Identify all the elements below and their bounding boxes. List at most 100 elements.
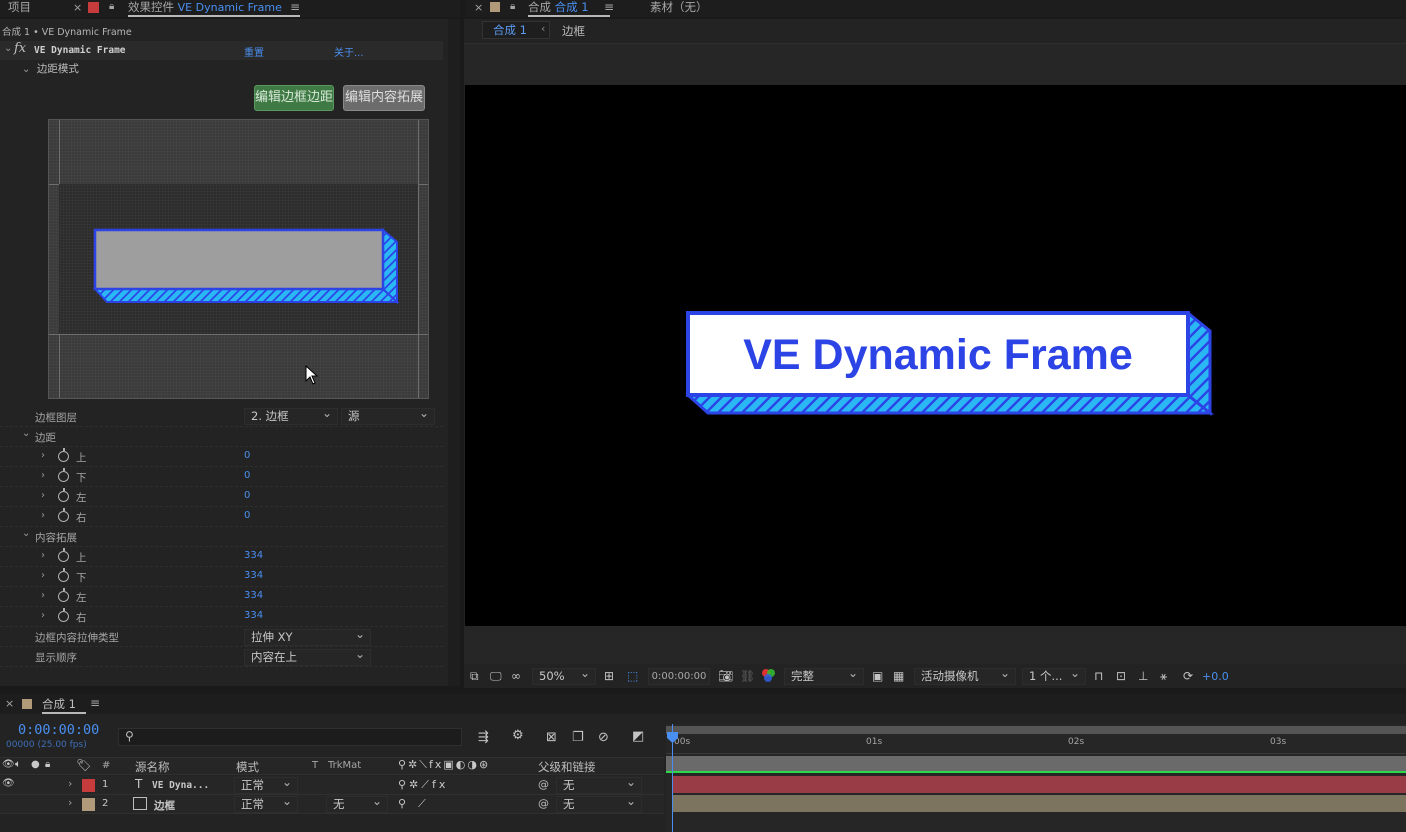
stopwatch-icon[interactable] <box>58 548 69 562</box>
shy-layers-icon[interactable]: ⇶ <box>478 730 489 745</box>
column-mode[interactable]: 模式 <box>236 759 259 775</box>
eye-icon[interactable]: 👁︎ <box>2 759 15 770</box>
ext-left-value[interactable]: 334 <box>244 590 263 601</box>
close-icon[interactable]: × <box>474 1 483 14</box>
chevron-right-icon[interactable]: › <box>68 777 72 790</box>
label-color-swatch[interactable] <box>82 798 95 811</box>
flowchart-icon[interactable]: ⚹ <box>1160 669 1167 684</box>
lock-icon[interactable]: 🔒︎ <box>45 759 50 770</box>
layers-icon[interactable]: ⧉ <box>470 669 479 684</box>
fx-icon[interactable]: fx <box>14 41 26 56</box>
comp-flowchart-icon[interactable]: ◩ <box>632 729 644 744</box>
margin-left-value[interactable]: 0 <box>244 490 250 501</box>
close-icon[interactable]: × <box>5 697 14 710</box>
panel-menu-icon[interactable]: ≡ <box>90 696 100 710</box>
close-icon[interactable]: × <box>73 1 82 14</box>
graph-editor-icon[interactable]: ⊘ <box>598 730 609 745</box>
transparency-grid-icon[interactable]: ▣ <box>872 669 883 683</box>
breadcrumb-comp[interactable]: 合成 1 <box>482 21 550 39</box>
pickwhip-icon[interactable]: @ <box>538 778 549 791</box>
time-ruler[interactable]: 00s 01s 02s 03s <box>666 734 1406 754</box>
parent-select[interactable]: 无 <box>556 775 642 794</box>
display-order-select[interactable]: 内容在上 <box>244 647 371 666</box>
draft-3d-icon[interactable]: ⚙ <box>512 728 524 743</box>
chevron-right-icon[interactable]: › <box>41 490 45 501</box>
ext-top-value[interactable]: 334 <box>244 550 263 561</box>
fast-preview-icon[interactable]: ⊡ <box>1116 669 1126 683</box>
margin-bottom-value[interactable]: 0 <box>244 470 250 481</box>
layer-switches[interactable]: ⚲⟋ <box>398 797 438 811</box>
exposure-value[interactable]: +0.0 <box>1202 670 1229 683</box>
layer-mode-select[interactable]: 正常 <box>234 775 298 794</box>
column-source-name[interactable]: 源名称 <box>135 759 170 775</box>
frame-layer-source-select[interactable]: 源 <box>341 406 435 425</box>
layer-name[interactable]: 边框 <box>154 798 175 813</box>
chevron-right-icon[interactable]: › <box>41 470 45 481</box>
chevron-right-icon[interactable]: › <box>41 510 45 521</box>
breadcrumb-layer[interactable]: 边框 <box>562 23 585 39</box>
stopwatch-icon[interactable] <box>58 608 69 622</box>
edit-content-button[interactable]: 编辑内容拓展 <box>343 85 425 111</box>
stopwatch-icon[interactable] <box>58 448 69 462</box>
tab-project[interactable]: 项目 <box>8 0 31 17</box>
frame-layer-select[interactable]: 2. 边框 <box>244 406 338 425</box>
chevron-right-icon[interactable]: › <box>41 450 45 461</box>
margin-preview-canvas[interactable] <box>48 119 429 399</box>
layer-switches[interactable]: ⚲✲⟋fx <box>398 778 448 792</box>
link-icon[interactable]: ⛓︎ <box>740 669 755 683</box>
label-tag-icon[interactable]: 🏷︎ <box>76 758 91 772</box>
layer-row[interactable]: › 2 边框 正常 无 ⚲⟋ @ 无 <box>0 794 664 814</box>
viewer-options-icon[interactable]: ⊓ <box>1094 669 1103 683</box>
layer-duration-bar[interactable] <box>672 776 1406 793</box>
chevron-right-icon[interactable]: › <box>68 796 72 809</box>
mask-icon[interactable]: ∞ <box>511 669 521 683</box>
ext-bottom-value[interactable]: 334 <box>244 570 263 581</box>
audio-icon[interactable]: 🔈︎ <box>15 759 21 770</box>
tab-footage[interactable]: 素材（无） <box>650 0 708 17</box>
timeline-search-input[interactable]: ⚲ <box>118 728 462 746</box>
work-area-bar[interactable] <box>666 726 1406 734</box>
resolution-select[interactable]: 完整 <box>784 666 864 685</box>
about-link[interactable]: 关于... <box>334 44 364 59</box>
color-channels-icon[interactable] <box>762 669 775 682</box>
stopwatch-icon[interactable] <box>58 468 69 482</box>
chevron-right-icon[interactable]: › <box>41 550 45 561</box>
tab-effect-controls[interactable]: 效果控件 VE Dynamic Frame <box>128 0 300 17</box>
chevron-right-icon[interactable]: › <box>41 590 45 601</box>
switches-icons[interactable]: ⚲✲⟍fx▣◐◑⊛ <box>398 758 490 772</box>
margin-mode-group[interactable]: ⌄ 边距模式 <box>22 61 79 76</box>
margin-group-row[interactable]: ⌄ 边距 <box>0 427 443 447</box>
grid-icon[interactable]: ⊞ <box>604 669 614 683</box>
tab-timeline-comp[interactable]: 合成 1 <box>42 694 86 714</box>
lock-icon[interactable]: 🔒︎ <box>510 1 515 12</box>
panel-menu-icon[interactable]: ≡ <box>290 0 300 14</box>
panel-scrollbar[interactable] <box>448 19 460 686</box>
frame-blending-icon[interactable]: ⊠ <box>546 730 557 745</box>
ext-right-value[interactable]: 334 <box>244 610 263 621</box>
trkmat-select[interactable]: 无 <box>326 794 388 813</box>
layer-mode-select[interactable]: 正常 <box>234 794 298 813</box>
stopwatch-icon[interactable] <box>58 588 69 602</box>
tab-composition[interactable]: 合成 合成 1 <box>528 0 610 17</box>
label-color-swatch[interactable] <box>82 779 95 792</box>
solo-icon[interactable]: ● <box>31 759 40 770</box>
chevron-right-icon[interactable]: › <box>41 610 45 621</box>
layer-name[interactable]: VE Dyna... <box>152 780 209 791</box>
comp-viewer[interactable]: VE Dynamic Frame <box>465 85 1406 626</box>
column-trkmat[interactable]: TrkMat <box>328 760 361 771</box>
layer-duration-bar[interactable] <box>672 795 1406 812</box>
chevron-right-icon[interactable]: › <box>41 570 45 581</box>
timeline-icon[interactable]: ⊥ <box>1138 669 1148 683</box>
chevron-down-icon[interactable]: ⌄ <box>4 43 12 54</box>
panel-menu-icon[interactable]: ≡ <box>604 0 614 14</box>
timecode-display[interactable]: 0:00:00:00 <box>648 668 710 685</box>
camera-icon[interactable]: 📷︎ <box>718 669 733 683</box>
margin-right-value[interactable]: 0 <box>244 510 250 521</box>
visibility-eye-icon[interactable]: 👁︎ <box>2 778 15 789</box>
views-select[interactable]: 1 个... <box>1022 666 1086 685</box>
layer-row[interactable]: 👁︎ › 1 T VE Dyna... 正常 ⚲✲⟋fx @ 无 <box>0 775 664 795</box>
roi-icon[interactable]: ⬚ <box>627 669 638 683</box>
stopwatch-icon[interactable] <box>58 568 69 582</box>
time-graph[interactable]: 00s 01s 02s 03s <box>666 724 1406 832</box>
stopwatch-icon[interactable] <box>58 488 69 502</box>
